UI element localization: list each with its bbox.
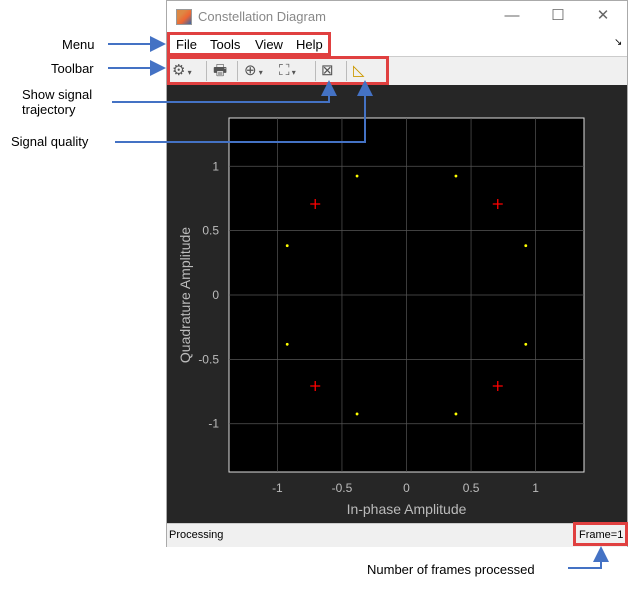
window-title: Constellation Diagram xyxy=(198,9,326,24)
y-tick-label: -1 xyxy=(208,417,219,431)
received-point xyxy=(524,244,528,248)
received-point xyxy=(355,174,359,178)
received-point xyxy=(524,342,528,346)
x-axis-label: In-phase Amplitude xyxy=(347,501,467,517)
plot-area: -1 -0.5 0 0.5 1 1 0.5 0 -0.5 -1 In-phase Amplitude… xyxy=(167,85,627,523)
matlab-icon xyxy=(176,9,192,25)
y-tick-label: 0 xyxy=(212,288,219,302)
dock-icon[interactable]: ↘ xyxy=(614,37,622,48)
frame-highlight xyxy=(573,522,628,546)
label-menu: Menu xyxy=(62,37,95,52)
label-frames: Number of frames processed xyxy=(367,562,535,577)
x-tick-label: 0 xyxy=(403,481,410,495)
y-tick-label: -0.5 xyxy=(198,352,219,366)
close-button[interactable]: ✕ xyxy=(588,5,618,27)
x-tick-label: 0.5 xyxy=(463,481,480,495)
maximize-button[interactable]: ☐ xyxy=(543,5,573,27)
received-point xyxy=(454,174,458,178)
received-point xyxy=(285,342,289,346)
status-text: Processing xyxy=(169,529,224,541)
toolbar-highlight xyxy=(167,56,389,85)
label-trajectory: Show signal trajectory xyxy=(22,87,93,117)
x-tick-label: 1 xyxy=(532,481,539,495)
label-quality: Signal quality xyxy=(11,134,89,149)
title-bar: Constellation Diagram — ☐ ✕ xyxy=(167,1,627,33)
x-tick-label: -1 xyxy=(272,481,283,495)
label-toolbar: Toolbar xyxy=(51,61,94,76)
minimize-button[interactable]: — xyxy=(497,5,527,27)
x-tick-label: -0.5 xyxy=(332,481,353,495)
received-point xyxy=(285,244,289,248)
y-tick-label: 1 xyxy=(212,159,219,173)
menu-highlight xyxy=(167,32,331,56)
received-point xyxy=(454,412,458,416)
constellation-chart: -1 -0.5 0 0.5 1 1 0.5 0 -0.5 -1 In-phase Amplitude… xyxy=(177,117,585,517)
y-axis-label: Quadrature Amplitude xyxy=(177,227,193,363)
y-tick-label: 0.5 xyxy=(202,224,219,238)
received-point xyxy=(355,412,359,416)
status-bar: Processing Frame=1 xyxy=(167,523,627,547)
